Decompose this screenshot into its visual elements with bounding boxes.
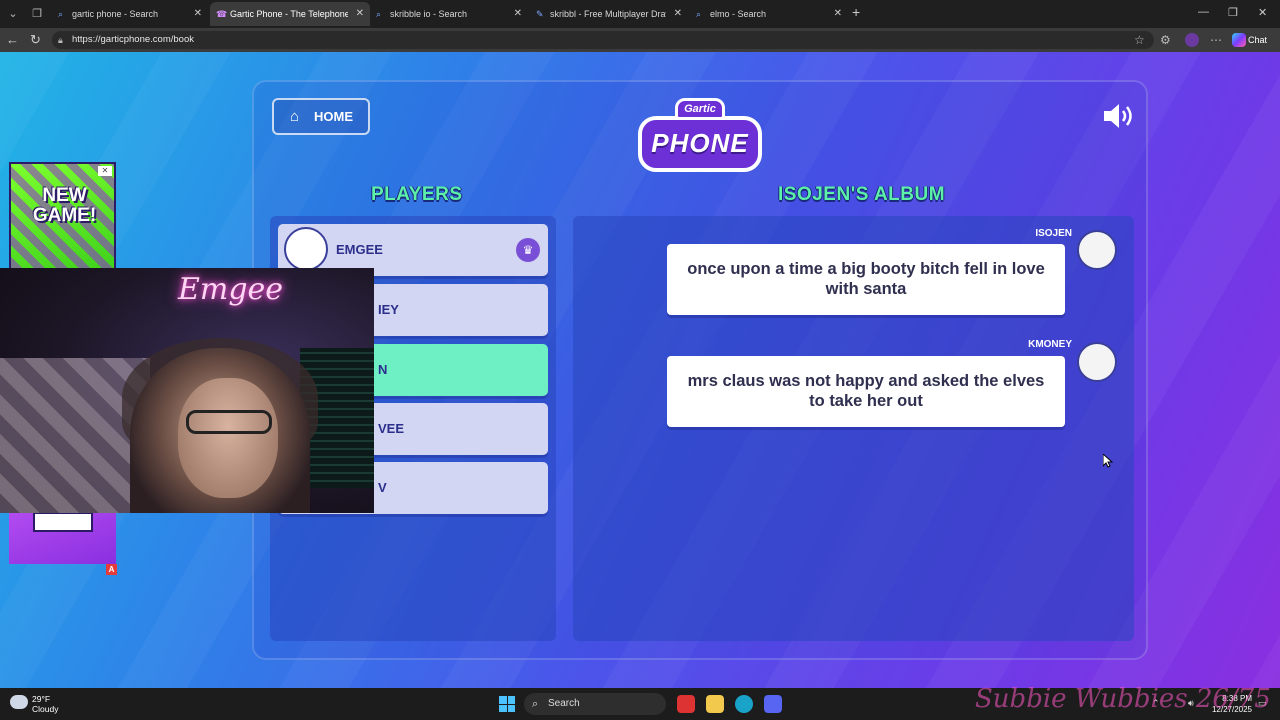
neon-sign: Emgee [178,272,284,307]
tab-list-icon[interactable]: ⌄ [4,5,22,23]
message-bubble: once upon a time a big booty bitch fell … [667,244,1065,315]
pen-icon: ✎ [536,9,544,19]
phone-icon: ☎ [216,9,228,19]
window-close-icon[interactable]: ✕ [1258,6,1267,19]
close-icon[interactable]: ✕ [834,2,842,26]
discord-icon[interactable] [764,695,782,713]
mouse-cursor-icon [1103,454,1113,468]
webcam-overlay: Emgee [0,268,374,513]
more-menu-icon[interactable]: ⋯ [1210,33,1222,47]
watermark: Subbie Wubbies 26/75 [975,684,1271,714]
address-bar: ← ↻ 🔒︎ https://garticphone.com/book ☆ ⚙ … [0,28,1280,52]
home-icon: ⌂ [290,108,300,125]
album-panel: ISOJEN once upon a time a big booty bitc… [573,216,1134,641]
workspaces-icon[interactable]: ❐ [28,5,46,23]
extensions-icon[interactable]: ⚙ [1160,33,1171,47]
reload-icon[interactable]: ↻ [30,32,41,48]
file-explorer-icon[interactable] [706,695,724,713]
tab-elmo-search[interactable]: ⌕ elmo - Search ✕ [690,2,848,26]
url-input[interactable]: 🔒︎ https://garticphone.com/book [52,31,1154,49]
close-icon[interactable]: ✕ [514,2,522,26]
ad-close-icon[interactable]: ✕ [98,166,112,176]
copilot-chat-button[interactable]: Chat [1232,32,1267,48]
back-icon[interactable]: ← [6,32,19,47]
ad-badge: A [106,564,117,575]
edge-icon[interactable] [735,695,753,713]
ad-banner[interactable]: NEW GAME! ✕ [9,162,116,270]
message-bubble: mrs claus was not happy and asked the el… [667,356,1065,427]
taskbar-search[interactable]: ⌕ Search [524,693,666,715]
close-icon[interactable]: ✕ [194,2,202,26]
app-icon[interactable] [677,695,695,713]
search-icon: ⌕ [532,698,539,710]
search-icon: ⌕ [376,9,382,19]
player-avatar [284,227,328,271]
sound-icon[interactable] [1102,102,1136,130]
tab-gartic-search[interactable]: ⌕ gartic phone - Search ✕ [52,2,208,26]
start-icon[interactable] [499,696,515,712]
author-avatar [1077,230,1117,270]
cloud-icon [10,695,28,709]
close-icon[interactable]: ✕ [356,2,364,26]
author-avatar [1077,342,1117,382]
search-icon: ⌕ [58,9,64,19]
ad-banner-bottom[interactable] [9,512,116,564]
close-icon[interactable]: ✕ [674,2,682,26]
favorite-star-icon[interactable]: ☆ [1134,33,1145,47]
tab-skribbl[interactable]: ✎ skribbl - Free Multiplayer Drawing ✕ [530,2,688,26]
players-title: PLAYERS [371,184,463,205]
album-title: ISOJEN'S ALBUM [778,184,946,205]
crown-icon: ♛ [516,238,540,262]
new-tab-icon[interactable]: + [852,4,860,20]
search-icon: ⌕ [696,9,702,19]
weather-widget[interactable]: 29°F Cloudy [10,694,58,714]
restore-icon[interactable]: ❐ [1228,6,1238,19]
copilot-icon [1232,33,1246,47]
message-author: ISOJEN [1035,228,1072,239]
profile-avatar[interactable] [1185,33,1199,47]
gartic-phone-logo: PHONE Gartic [638,98,762,174]
tab-skribble-search[interactable]: ⌕ skribble io - Search ✕ [370,2,528,26]
message-author: KMONEY [1028,339,1072,350]
home-button[interactable]: ⌂ HOME [272,98,370,135]
tab-bar: ⌄ ❐ ⌕ gartic phone - Search ✕ ☎ Gartic P… [0,0,1280,28]
tab-gartic-phone[interactable]: ☎ Gartic Phone - The Telephone Gam ✕ [210,2,370,26]
minimize-icon[interactable]: — [1198,6,1209,18]
lock-icon: 🔒︎ [58,35,63,45]
